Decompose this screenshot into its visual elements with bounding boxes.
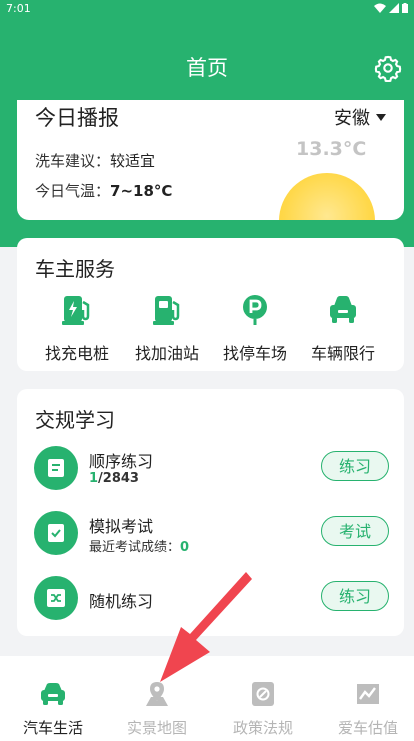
status-icons: [374, 3, 408, 13]
temperature-range: 今日气温：7~18°C: [35, 180, 172, 201]
parking-icon: [243, 295, 267, 325]
valuation-chart-icon: [357, 684, 379, 704]
tab-car-life[interactable]: 汽车生活: [3, 681, 103, 738]
tab-live-map[interactable]: 实景地图: [107, 681, 207, 738]
service-car-restriction[interactable]: 车辆限行: [303, 294, 383, 364]
item-progress: 1/2843: [89, 471, 139, 486]
page-title: 首页: [186, 56, 228, 80]
caret-down-icon: [376, 113, 386, 121]
gas-station-icon: [153, 296, 180, 325]
temp-range-value: 7~18°C: [110, 182, 173, 200]
province-label: 安徽: [334, 108, 370, 129]
status-time: 7:01: [6, 2, 31, 15]
item-name: 顺序练习: [89, 452, 154, 471]
tab-car-valuation[interactable]: 爱车估值: [318, 681, 414, 738]
car-icon: [41, 683, 65, 705]
tab-label: 汽车生活: [22, 719, 83, 737]
practice-button[interactable]: 练习: [321, 581, 389, 611]
progress-current: 1: [89, 471, 99, 486]
study-card: 交规学习 顺序练习 1/2843 练习 模拟考试 最近考试成绩：0 考试 随机练…: [17, 389, 404, 636]
item-name: 随机练习: [89, 592, 154, 611]
wash-label: 洗车建议：: [35, 152, 111, 170]
status-bar: 7:01: [0, 0, 414, 18]
service-label: 找加油站: [134, 344, 199, 363]
weather-title: 今日播报: [35, 106, 119, 130]
score-value: 0: [180, 540, 190, 555]
sequence-practice-icon: [34, 446, 78, 490]
tab-label: 爱车估值: [337, 719, 398, 737]
study-title: 交规学习: [35, 408, 115, 432]
practice-button[interactable]: 练习: [321, 451, 389, 481]
service-parking[interactable]: 找停车场: [215, 294, 295, 364]
map-pin-icon: [146, 682, 168, 706]
signal-icon: [389, 3, 399, 13]
services-title: 车主服务: [35, 257, 115, 281]
list-item-mock-exam[interactable]: 模拟考试 最近考试成绩：0 考试: [34, 511, 389, 555]
wifi-icon: [374, 3, 386, 13]
progress-total: /2843: [98, 471, 139, 486]
tab-label: 政策法规: [232, 719, 293, 737]
service-gas-station[interactable]: 找加油站: [127, 294, 207, 364]
bottom-nav: 汽车生活 实景地图 政策法规 爱车估值: [0, 656, 414, 741]
weather-card: 今日播报 安徽 13.3°C 洗车建议：较适宜 今日气温：7~18°C: [17, 100, 404, 220]
charging-pile-icon: [62, 296, 90, 325]
exam-button[interactable]: 考试: [321, 516, 389, 546]
settings-gear-icon[interactable]: [374, 54, 402, 82]
service-charging[interactable]: 找充电桩: [37, 294, 117, 364]
wash-value: 较适宜: [110, 152, 156, 170]
services-card: 车主服务 找充电桩 找加油站 找停车场 车辆限行: [17, 238, 404, 371]
wash-advice: 洗车建议：较适宜: [35, 150, 155, 171]
policy-document-icon: [252, 682, 274, 706]
current-temperature: 13.3°C: [296, 138, 367, 160]
list-item-sequential[interactable]: 顺序练习 1/2843 练习: [34, 446, 389, 490]
score-label: 最近考试成绩：: [89, 540, 181, 555]
item-score: 最近考试成绩：0: [89, 536, 189, 555]
service-label: 找停车场: [222, 344, 287, 363]
battery-icon: [402, 3, 408, 13]
random-practice-icon: [34, 576, 78, 620]
tab-label: 实景地图: [126, 719, 187, 737]
service-label: 找充电桩: [44, 344, 109, 363]
sun-icon: [279, 173, 375, 220]
province-selector[interactable]: 安徽: [334, 104, 386, 130]
temp-label: 今日气温：: [35, 182, 111, 200]
item-name: 模拟考试: [89, 517, 154, 536]
tab-policy[interactable]: 政策法规: [213, 681, 313, 738]
car-restriction-icon: [330, 296, 356, 323]
service-label: 车辆限行: [310, 344, 375, 363]
mock-exam-icon: [34, 511, 78, 555]
list-item-random[interactable]: 随机练习 练习: [34, 576, 389, 620]
